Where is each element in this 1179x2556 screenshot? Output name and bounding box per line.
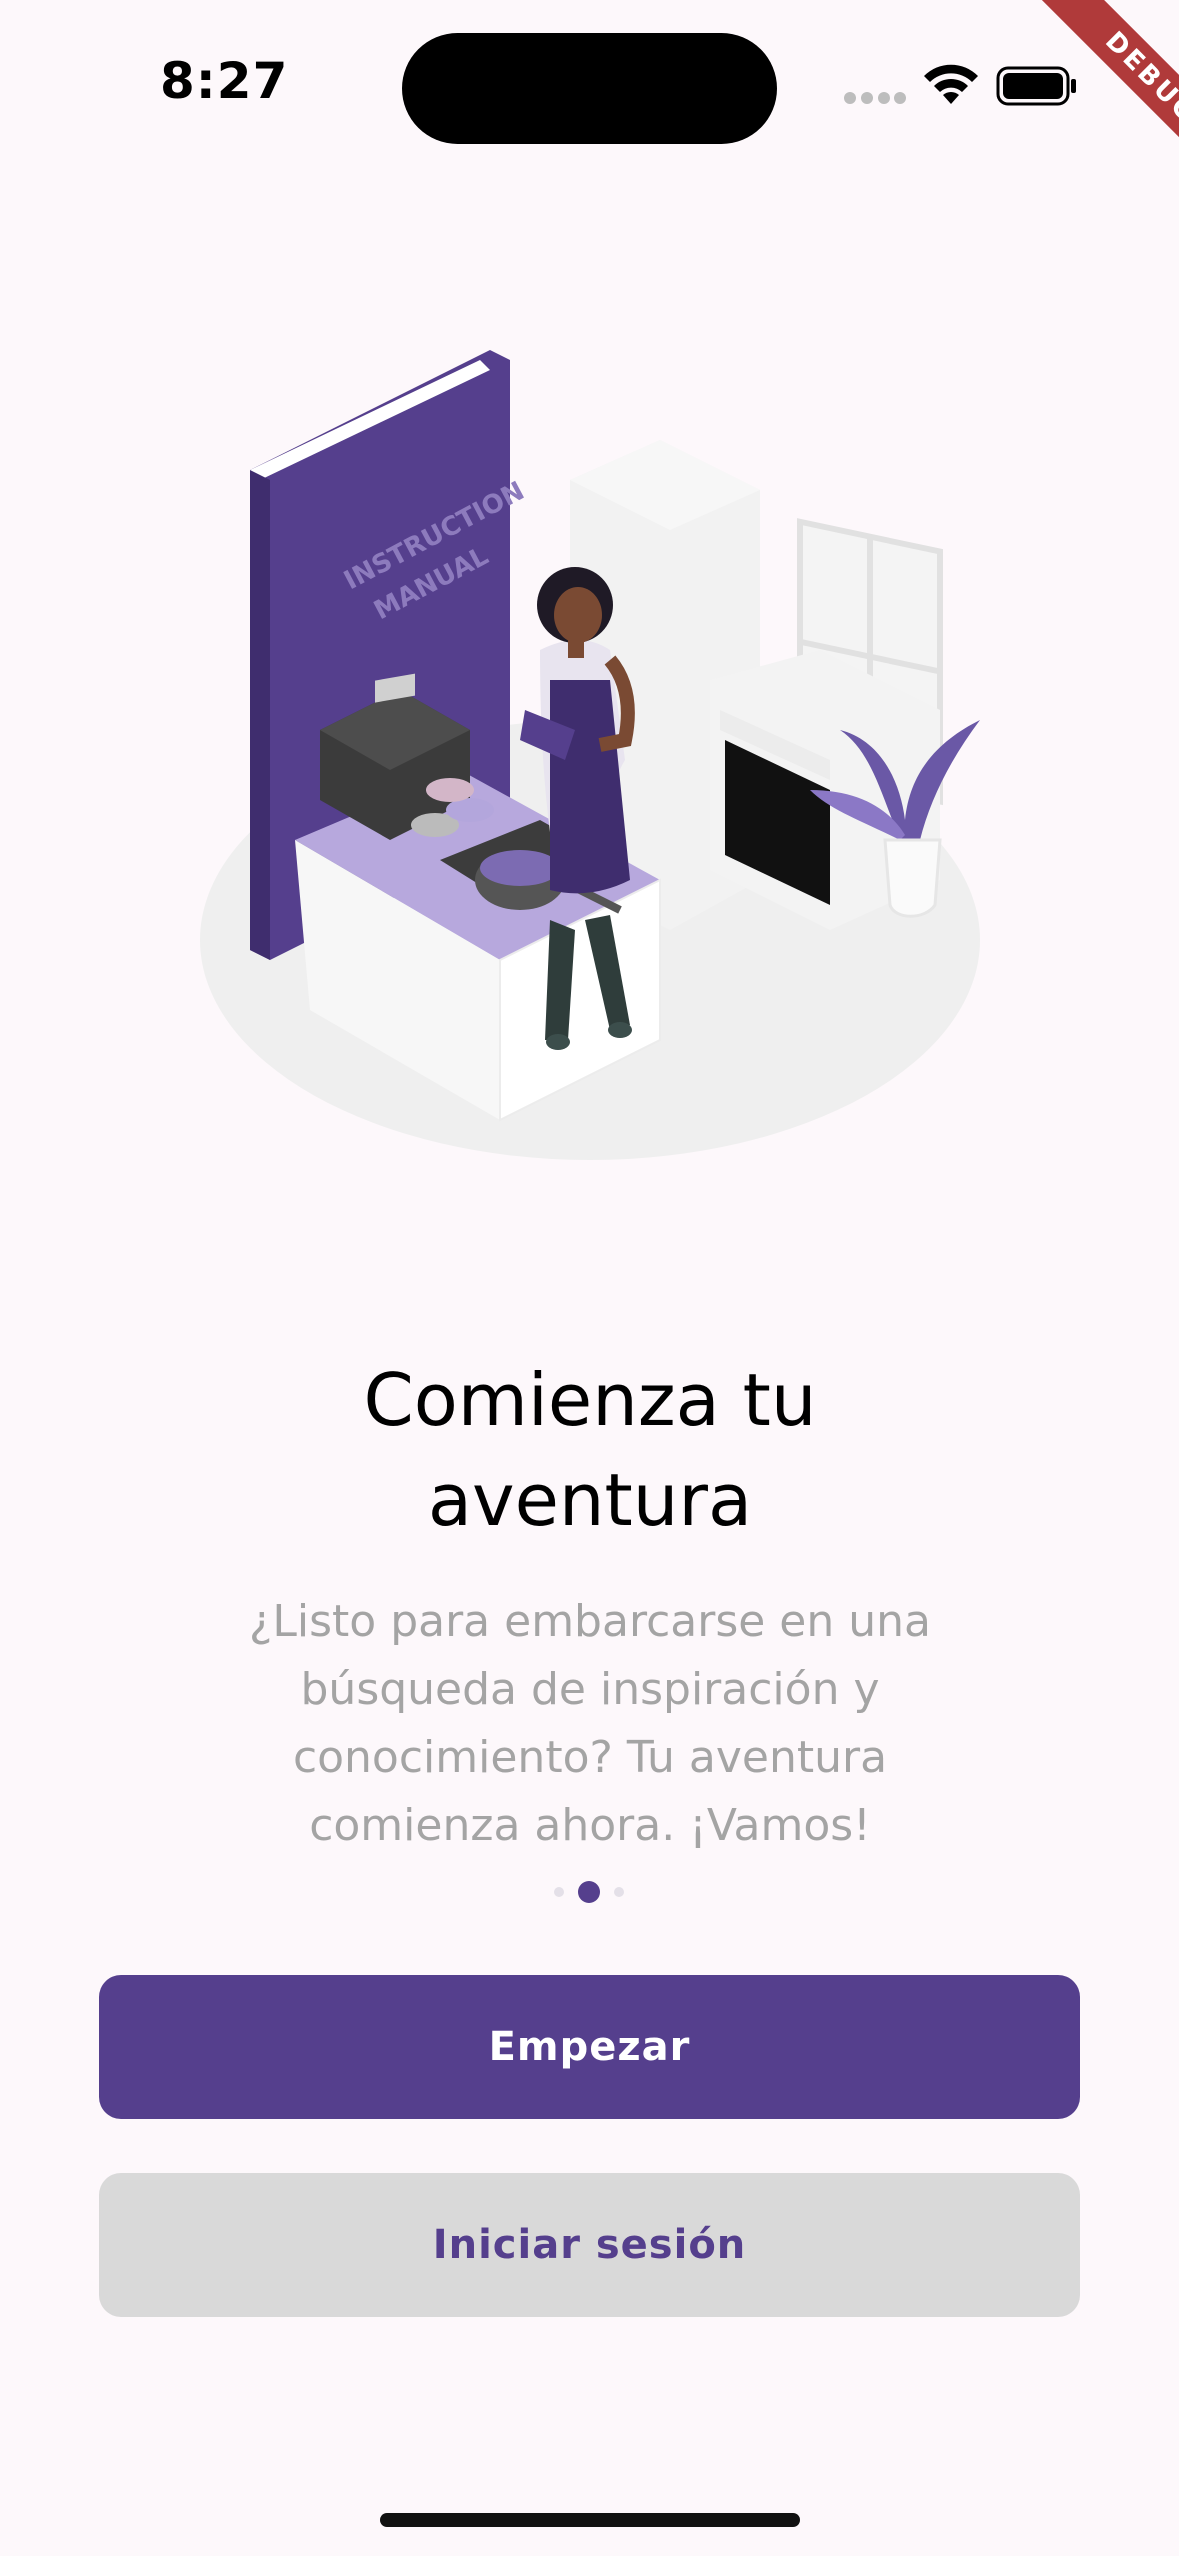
page-dot-1[interactable]	[554, 1887, 564, 1897]
subtitle-line-1: ¿Listo para embarcarse en una	[249, 1596, 931, 1647]
subtitle-line-3: conocimiento? Tu aventura	[292, 1732, 888, 1783]
title-line-2: aventura	[427, 1458, 753, 1542]
cellular-signal-icon	[844, 92, 906, 106]
kitchen-illustration: INSTRUCTION MANUAL	[200, 350, 980, 1160]
status-time: 8:27	[160, 52, 289, 110]
onboarding-title: Comienza tu aventura	[140, 1350, 1040, 1550]
start-button[interactable]: Empezar	[99, 1975, 1080, 2119]
home-indicator[interactable]	[380, 2513, 800, 2527]
onboarding-subtitle: ¿Listo para embarcarse en una búsqueda d…	[200, 1588, 980, 1860]
title-line-1: Comienza tu	[363, 1358, 817, 1442]
login-button[interactable]: Iniciar sesión	[99, 2173, 1080, 2317]
debug-banner: DEBUG	[979, 0, 1179, 200]
subtitle-line-4: comienza ahora. ¡Vamos!	[309, 1800, 871, 1851]
wifi-icon	[924, 64, 978, 104]
dynamic-island	[402, 33, 777, 144]
status-bar: 8:27 DEBUG	[0, 0, 1179, 200]
page-indicator	[550, 1878, 630, 1904]
subtitle-line-2: búsqueda de inspiración y	[300, 1664, 880, 1715]
page-dot-3[interactable]	[614, 1887, 624, 1897]
page-dot-2-active[interactable]	[578, 1881, 600, 1903]
